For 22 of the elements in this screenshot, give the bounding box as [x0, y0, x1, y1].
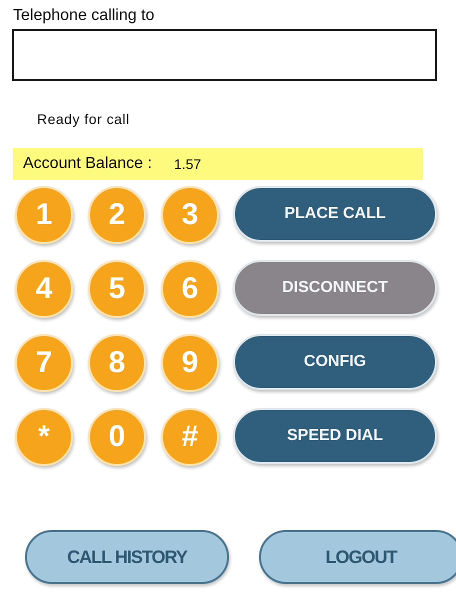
action-button[interactable]: CONFIG — [233, 334, 437, 390]
keypad-key[interactable]: # — [161, 408, 219, 466]
keypad-key[interactable]: 7 — [15, 334, 73, 392]
field-label: Telephone calling to — [13, 6, 156, 26]
balance-value: 1.57 — [174, 156, 202, 172]
keypad-key[interactable]: 6 — [161, 260, 219, 318]
keypad-key[interactable]: 4 — [15, 260, 73, 318]
nav-button[interactable]: CALL HISTORY — [25, 530, 229, 584]
nav-button[interactable]: LOGOUT — [259, 530, 456, 584]
keypad-key[interactable]: * — [15, 408, 73, 466]
keypad-key[interactable]: 1 — [15, 186, 73, 244]
keypad-key[interactable]: 2 — [88, 186, 146, 244]
keypad-key[interactable]: 3 — [161, 186, 219, 244]
action-button[interactable]: PLACE CALL — [233, 186, 437, 242]
balance-label: Account Balance : — [23, 155, 152, 173]
status-text: Ready for call — [37, 111, 131, 127]
phone-number-field[interactable] — [12, 29, 437, 81]
keypad-key[interactable]: 0 — [88, 408, 146, 466]
keypad-key[interactable]: 8 — [88, 334, 146, 392]
keypad-key[interactable]: 5 — [88, 260, 146, 318]
action-button[interactable]: SPEED DIAL — [233, 408, 437, 464]
keypad-key[interactable]: 9 — [161, 334, 219, 392]
